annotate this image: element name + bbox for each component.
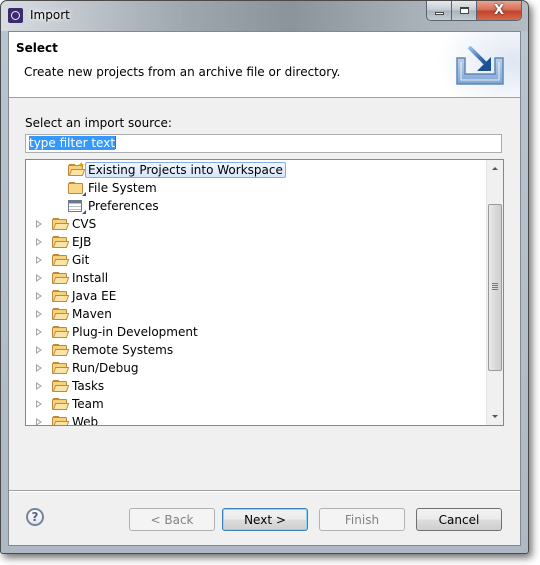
filter-input-selected-text: type filter text — [29, 136, 116, 150]
tree-category-cvs[interactable]: CVS — [32, 215, 96, 233]
tree-category-label: Team — [72, 397, 104, 411]
tree-category-web[interactable]: Web — [32, 413, 99, 426]
folder-open-icon — [52, 253, 70, 267]
folder-open-icon — [52, 325, 70, 339]
existing-projects-icon: ✦ — [68, 161, 86, 177]
expand-arrow-icon[interactable] — [32, 305, 46, 323]
tree-category-team[interactable]: Team — [32, 395, 104, 413]
wizard-banner: Select Create new projects from an archi… — [9, 32, 520, 98]
tree-category-java-ee[interactable]: Java EE — [32, 287, 116, 305]
tree-category-label: Run/Debug — [72, 361, 139, 375]
tree-category-ejb[interactable]: EJB — [32, 233, 91, 251]
expand-arrow-icon[interactable] — [32, 251, 46, 269]
tree-category-label: Install — [72, 271, 109, 285]
expand-arrow-icon[interactable] — [32, 341, 46, 359]
next-button[interactable]: Next > — [222, 508, 308, 531]
tree-category-label: Git — [72, 253, 90, 267]
close-icon: X — [493, 3, 505, 18]
page-description: Create new projects from an archive file… — [24, 65, 341, 79]
expand-arrow-icon[interactable] — [32, 359, 46, 377]
page-title: Select — [16, 41, 58, 55]
filter-input[interactable]: type filter text — [25, 134, 502, 153]
folder-open-icon — [52, 415, 70, 425]
expand-arrow-icon[interactable] — [32, 377, 46, 395]
scroll-down-arrow-icon[interactable] — [487, 408, 503, 425]
text-caret — [115, 136, 117, 149]
tree-category-label: Plug-in Development — [72, 325, 198, 339]
expand-arrow-icon[interactable] — [32, 287, 46, 305]
tree-category-maven[interactable]: Maven — [32, 305, 112, 323]
tree-item-existing-projects[interactable]: ✦ Existing Projects into Workspace — [68, 161, 286, 179]
folder-open-icon — [52, 217, 70, 231]
folder-open-icon — [52, 343, 70, 357]
folder-open-icon — [52, 271, 70, 285]
folder-open-icon — [52, 397, 70, 411]
tree-category-label: Tasks — [72, 379, 105, 393]
preferences-icon — [68, 199, 86, 214]
tree-item-file-system[interactable]: File System — [68, 179, 157, 197]
vertical-scrollbar[interactable] — [486, 160, 503, 425]
minimize-icon — [434, 11, 444, 15]
tree-category-run-debug[interactable]: Run/Debug — [32, 359, 139, 377]
tree-category-git[interactable]: Git — [32, 251, 89, 269]
folder-open-icon — [52, 235, 70, 249]
close-button[interactable]: X — [477, 1, 521, 20]
tree-item-label: Preferences — [88, 199, 159, 213]
eclipse-app-icon — [8, 8, 23, 23]
window-controls: X — [426, 1, 522, 21]
finish-button[interactable]: Finish — [319, 508, 405, 531]
tree-category-install[interactable]: Install — [32, 269, 108, 287]
back-button[interactable]: < Back — [129, 508, 215, 531]
tree-category-remote-systems[interactable]: Remote Systems — [32, 341, 173, 359]
grip-icon — [492, 283, 498, 290]
tree-category-label: CVS — [72, 217, 97, 231]
cancel-button[interactable]: Cancel — [416, 508, 502, 531]
expand-arrow-icon[interactable] — [32, 323, 46, 341]
scrollbar-thumb[interactable] — [488, 204, 502, 371]
scroll-up-arrow-icon[interactable] — [487, 160, 503, 177]
import-tray-icon — [456, 46, 504, 85]
expand-arrow-icon[interactable] — [32, 395, 46, 413]
folder-open-icon — [52, 307, 70, 321]
maximize-button[interactable] — [452, 1, 477, 20]
tree-item-preferences[interactable]: Preferences — [68, 197, 159, 215]
help-icon[interactable]: ? — [26, 508, 44, 526]
tree-category-label: Web — [72, 415, 99, 426]
expand-arrow-icon[interactable] — [32, 413, 46, 425]
import-source-tree[interactable]: ✦ Existing Projects into Workspace File … — [25, 159, 504, 426]
window-title: Import — [30, 8, 70, 22]
maximize-icon — [459, 7, 469, 14]
folder-open-icon — [52, 379, 70, 393]
footer-divider — [9, 490, 520, 492]
tree-item-label: File System — [88, 181, 157, 195]
expand-arrow-icon[interactable] — [32, 233, 46, 251]
folder-open-icon — [52, 289, 70, 303]
folder-icon — [68, 181, 86, 196]
tree-category-label: Maven — [72, 307, 112, 321]
tree-category-label: Java EE — [72, 289, 117, 303]
expand-arrow-icon[interactable] — [32, 215, 46, 233]
title-bar[interactable]: Import X — [1, 1, 528, 31]
tree-item-label: Existing Projects into Workspace — [85, 162, 286, 178]
folder-open-icon — [52, 361, 70, 375]
minimize-button[interactable] — [427, 1, 452, 20]
tree-category-plug-in-development[interactable]: Plug-in Development — [32, 323, 198, 341]
import-source-label: Select an import source: — [25, 116, 172, 130]
tree-category-label: Remote Systems — [72, 343, 174, 357]
dialog-content: Select Create new projects from an archi… — [8, 31, 521, 546]
tree-category-tasks[interactable]: Tasks — [32, 377, 104, 395]
import-dialog: Import X Select Create new projects from… — [0, 0, 529, 554]
tree-category-label: EJB — [72, 235, 92, 249]
expand-arrow-icon[interactable] — [32, 269, 46, 287]
